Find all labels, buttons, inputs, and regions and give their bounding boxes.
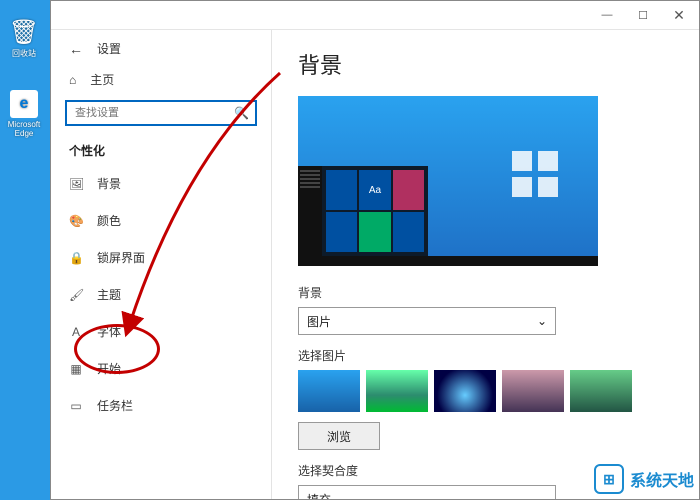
- back-arrow-icon: ←: [69, 41, 83, 57]
- sidebar-item-lockscreen[interactable]: 🔒 锁屏界面: [51, 239, 271, 276]
- windows-logo-icon: [512, 151, 558, 197]
- watermark: ⊞ 系统天地: [594, 464, 694, 494]
- brush-icon: 🖌: [69, 288, 83, 302]
- minimize-button[interactable]: —: [589, 3, 625, 27]
- close-button[interactable]: ✕: [661, 3, 697, 27]
- section-header-personalization: 个性化: [51, 132, 271, 165]
- window-titlebar: — ☐ ✕: [51, 1, 699, 30]
- preview-tile: [393, 170, 424, 210]
- sidebar-item-label: 主题: [97, 286, 121, 303]
- back-button[interactable]: ← 设置: [51, 36, 271, 61]
- palette-icon: 🎨: [69, 214, 83, 228]
- preview-tile-aa: Aa: [359, 170, 390, 210]
- image-icon: 🖼: [69, 177, 83, 191]
- picture-thumbnails: [298, 370, 673, 412]
- edge-icon: e: [10, 90, 38, 118]
- recycle-bin-label: 回收站: [4, 48, 44, 59]
- search-icon: 🔍: [234, 106, 249, 120]
- desktop-recycle-bin[interactable]: 🗑 回收站: [4, 18, 44, 59]
- home-button[interactable]: ⌂ 主页: [51, 61, 271, 96]
- sidebar-item-themes[interactable]: 🖌 主题: [51, 276, 271, 313]
- watermark-text: 系统天地: [630, 467, 694, 491]
- sidebar-item-fonts[interactable]: A 字体: [51, 313, 271, 350]
- preview-start-menu: Aa: [298, 166, 428, 256]
- sidebar-item-colors[interactable]: 🎨 颜色: [51, 202, 271, 239]
- browse-button[interactable]: 浏览: [298, 422, 380, 450]
- choose-picture-label: 选择图片: [298, 347, 673, 364]
- watermark-logo-icon: ⊞: [594, 464, 624, 494]
- fit-select[interactable]: 填充 ⌄: [298, 485, 556, 499]
- picture-thumb[interactable]: [434, 370, 496, 412]
- home-label: 主页: [90, 71, 114, 88]
- fit-value: 填充: [307, 491, 331, 500]
- picture-thumb[interactable]: [570, 370, 632, 412]
- search-input[interactable]: [65, 100, 257, 126]
- sidebar-item-taskbar[interactable]: ▭ 任务栏: [51, 387, 271, 424]
- sidebar-item-label: 锁屏界面: [97, 249, 145, 266]
- sidebar-item-background[interactable]: 🖼 背景: [51, 165, 271, 202]
- recycle-bin-icon: 🗑: [10, 18, 38, 46]
- search-wrap: 🔍: [51, 96, 271, 132]
- lock-icon: 🔒: [69, 251, 83, 265]
- picture-thumb[interactable]: [298, 370, 360, 412]
- sidebar-item-label: 开始: [97, 360, 121, 377]
- chevron-down-icon: ⌄: [537, 492, 547, 499]
- sidebar-item-label: 字体: [97, 323, 121, 340]
- home-icon: ⌂: [69, 73, 76, 87]
- taskbar-icon: ▭: [69, 399, 83, 413]
- picture-thumb[interactable]: [366, 370, 428, 412]
- settings-main: 背景 Aa: [272, 30, 699, 499]
- sidebar-item-label: 任务栏: [97, 397, 133, 414]
- chevron-down-icon: ⌄: [537, 314, 547, 328]
- preview-taskbar: [298, 256, 598, 266]
- preview-tile: [393, 212, 424, 252]
- page-title: 背景: [298, 48, 673, 80]
- maximize-button[interactable]: ☐: [625, 3, 661, 27]
- sidebar-item-label: 背景: [97, 175, 121, 192]
- preview-tile: [326, 212, 357, 252]
- background-dropdown-label: 背景: [298, 284, 673, 301]
- start-icon: ▦: [69, 362, 83, 376]
- background-preview: Aa: [298, 96, 598, 266]
- background-type-value: 图片: [307, 313, 331, 330]
- background-type-select[interactable]: 图片 ⌄: [298, 307, 556, 335]
- back-label: 设置: [97, 40, 121, 57]
- picture-thumb[interactable]: [502, 370, 564, 412]
- edge-label: Microsoft Edge: [4, 120, 44, 138]
- preview-tile: [359, 212, 390, 252]
- desktop-edge[interactable]: e Microsoft Edge: [4, 90, 44, 138]
- font-icon: A: [69, 325, 83, 339]
- sidebar-item-start[interactable]: ▦ 开始: [51, 350, 271, 387]
- sidebar-item-label: 颜色: [97, 212, 121, 229]
- settings-sidebar: ← 设置 ⌂ 主页 🔍 个性化 🖼 背景 🎨 颜色: [51, 30, 272, 499]
- preview-tile: [326, 170, 357, 210]
- settings-window: — ☐ ✕ ← 设置 ⌂ 主页 🔍 个性化 🖼: [50, 0, 700, 500]
